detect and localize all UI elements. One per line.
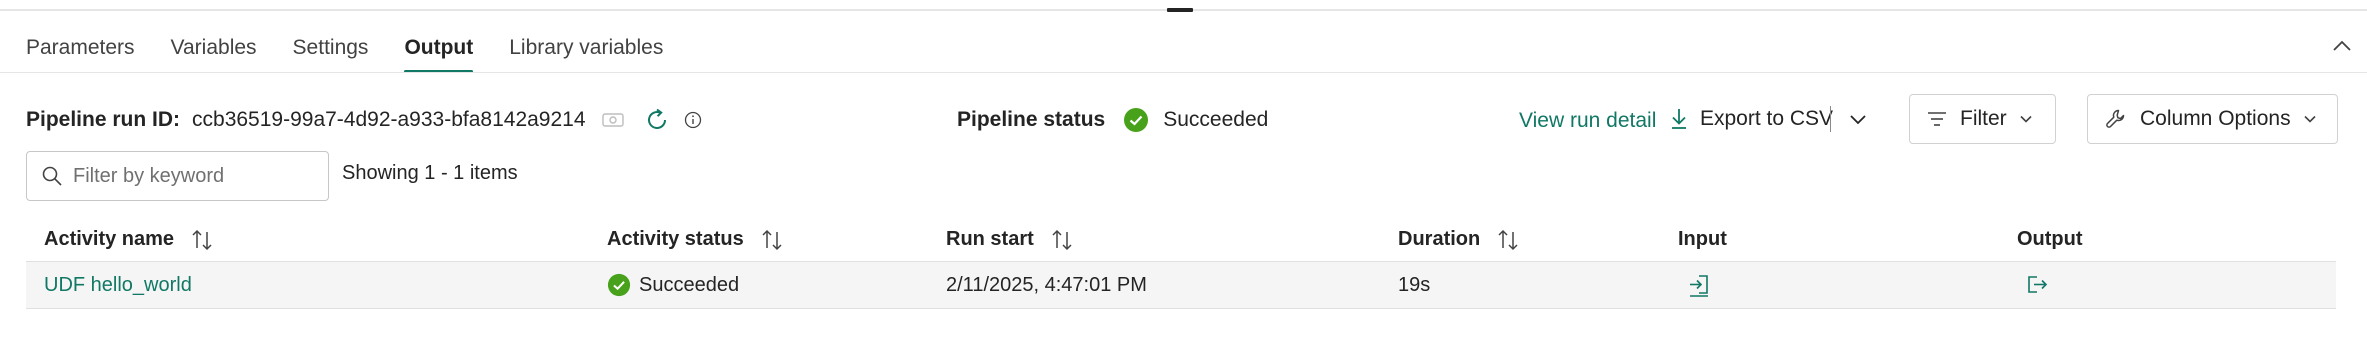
- chevron-down-icon: [2304, 115, 2316, 123]
- column-header-run-start[interactable]: Run start: [946, 218, 1074, 261]
- column-header-label: Activity name: [44, 228, 175, 250]
- search-input[interactable]: [73, 164, 313, 188]
- tab-library-variables[interactable]: Library variables: [509, 26, 663, 73]
- column-header-label: Activity status: [607, 228, 744, 250]
- input-icon[interactable]: [1686, 272, 1712, 298]
- pipeline-run-id-value: ccb36519-99a7-4d92-a933-bfa8142a9214: [192, 108, 586, 131]
- checkmark-circle-icon: [1124, 108, 1149, 132]
- output-icon[interactable]: [2025, 272, 2051, 298]
- collapse-panel-button[interactable]: [2328, 32, 2356, 60]
- activity-name-link[interactable]: UDF hello_world: [44, 262, 192, 308]
- search-icon: [42, 166, 62, 186]
- chevron-up-icon: [2333, 40, 2351, 51]
- info-icon[interactable]: [678, 105, 708, 135]
- filter-button[interactable]: Filter: [1909, 94, 2056, 144]
- filter-by-keyword-field[interactable]: [26, 151, 329, 201]
- tab-bar: Parameters Variables Settings Output Lib…: [26, 26, 699, 73]
- export-options-dropdown[interactable]: [1843, 104, 1873, 134]
- column-header-duration[interactable]: Duration: [1398, 218, 1520, 261]
- panel-resize-handle[interactable]: [1167, 8, 1193, 12]
- table-header: Activity name Activity status Run start …: [26, 218, 2336, 261]
- column-options-label: Column Options: [2140, 107, 2291, 130]
- pipeline-run-id-label: Pipeline run ID:: [26, 108, 181, 131]
- export-to-csv-label: Export to CSV: [1700, 107, 1834, 130]
- column-header-label: Input: [1678, 228, 1727, 250]
- download-icon: [1672, 109, 1686, 129]
- tab-parameters[interactable]: Parameters: [26, 26, 135, 73]
- run-start-cell: 2/11/2025, 4:47:01 PM: [946, 273, 1147, 296]
- tab-settings[interactable]: Settings: [293, 26, 369, 73]
- column-header-activity-status[interactable]: Activity status: [607, 218, 784, 261]
- column-header-label: Duration: [1398, 228, 1481, 250]
- tabs-divider: [0, 72, 2367, 73]
- export-to-csv-button[interactable]: Export to CSV: [1668, 102, 1833, 136]
- tab-variables[interactable]: Variables: [171, 26, 257, 73]
- column-header-label: Run start: [946, 228, 1034, 250]
- pipeline-status-value: Succeeded: [1163, 108, 1269, 131]
- duration-cell: 19s: [1398, 273, 1431, 296]
- copy-icon[interactable]: [598, 105, 628, 135]
- column-header-label: Output: [2017, 228, 2083, 250]
- table-row[interactable]: UDF hello_world Succeeded 2/11/2025, 4:4…: [26, 261, 2336, 309]
- export-divider: [1830, 106, 1831, 132]
- sort-icon[interactable]: [1496, 228, 1520, 252]
- activity-status-value: Succeeded: [639, 273, 740, 296]
- items-count-text: Showing 1 - 1 items: [342, 162, 518, 184]
- checkmark-circle-icon: [607, 273, 631, 297]
- wrench-icon: [2106, 109, 2125, 128]
- chevron-down-icon: [1850, 115, 1866, 125]
- input-cell: [1686, 262, 1712, 308]
- pipeline-status-label: Pipeline status: [957, 108, 1106, 131]
- refresh-icon[interactable]: [642, 105, 672, 135]
- column-header-activity-name[interactable]: Activity name: [44, 218, 214, 261]
- sort-icon[interactable]: [190, 228, 214, 252]
- sort-icon[interactable]: [1050, 228, 1074, 252]
- pipeline-status: Pipeline status Succeeded: [957, 104, 1268, 136]
- column-header-input: Input: [1678, 218, 1727, 261]
- column-header-output: Output: [2017, 218, 2083, 261]
- filter-icon: [1928, 112, 1946, 126]
- output-cell: [2025, 262, 2051, 308]
- column-options-button[interactable]: Column Options: [2087, 94, 2338, 144]
- sort-icon[interactable]: [760, 228, 784, 252]
- tab-output[interactable]: Output: [404, 26, 473, 73]
- pipeline-run-id-row: Pipeline run ID: ccb36519-99a7-4d92-a933…: [26, 104, 708, 136]
- filter-label: Filter: [1960, 107, 2007, 130]
- view-run-detail-link[interactable]: View run detail: [1519, 106, 1656, 136]
- chevron-down-icon: [2020, 115, 2032, 123]
- activity-status-cell: Succeeded: [607, 262, 739, 308]
